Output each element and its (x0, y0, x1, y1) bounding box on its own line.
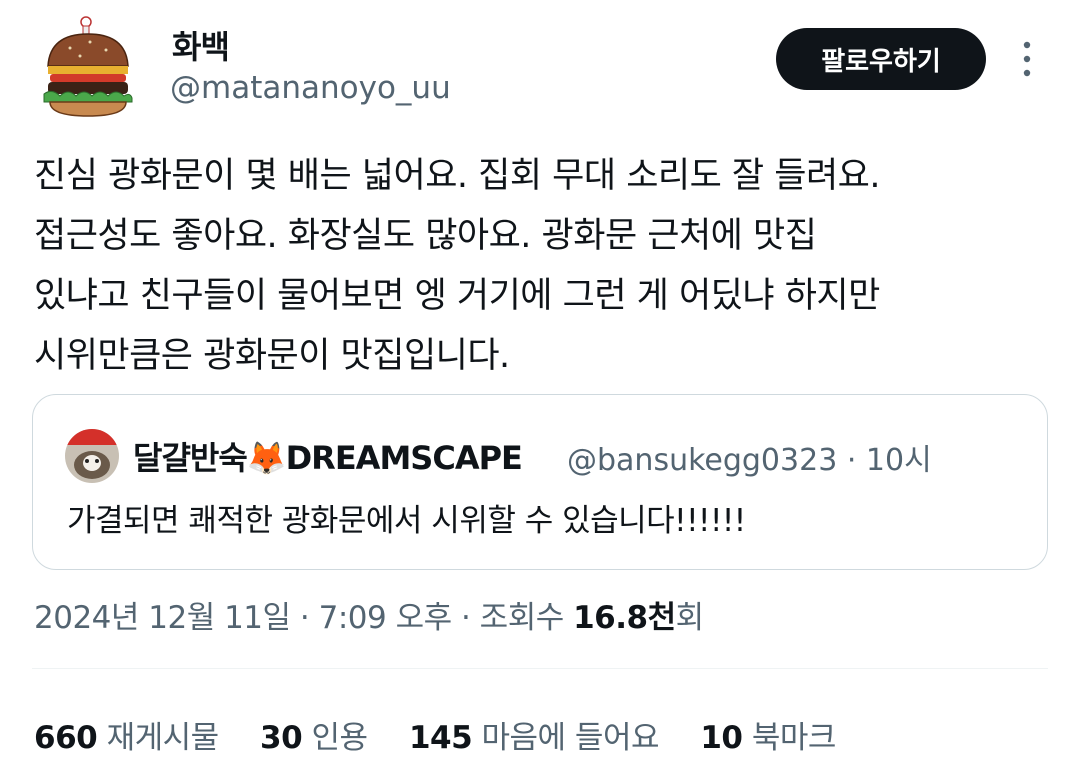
quoted-author-handle: @bansukegg0323 (567, 443, 838, 478)
stat-bookmarks[interactable]: 10 북마크 (700, 712, 836, 757)
quoted-author-name-text: 달걀반숙 (133, 439, 248, 477)
burger-icon (43, 16, 133, 117)
stat-count: 660 (34, 720, 98, 756)
engagement-stats: 660 재게시물 30 인용 145 마음에 들어요 10 북마크 (34, 712, 868, 757)
author-handle[interactable]: @matananoyo_uu (170, 70, 451, 106)
quoted-author-name-suffix: DREAMSCAPE (285, 439, 523, 477)
more-vertical-icon[interactable] (1016, 40, 1038, 78)
follow-button[interactable]: 팔로우하기 (776, 28, 986, 90)
view-count-suffix: 회 (675, 600, 705, 636)
quoted-tweet-text: 가결되면 쾌적한 광화문에서 시위할 수 있습니다!!!!!! (67, 503, 746, 539)
quoted-time: · 10시 (846, 443, 932, 478)
stat-quotes[interactable]: 30 인용 (260, 712, 368, 757)
stat-label: 북마크 (751, 720, 837, 756)
stat-label: 마음에 들어요 (481, 720, 660, 756)
author-avatar[interactable] (40, 14, 136, 120)
tweet-line: 시위만큼은 광화문이 맛집입니다. (34, 336, 510, 376)
author-name[interactable]: 화백 (172, 22, 230, 68)
stat-count: 30 (260, 720, 303, 756)
tweet-line: 있냐고 친구들이 물어보면 엥 거기에 그런 게 어딨냐 하지만 (34, 276, 880, 316)
stat-likes[interactable]: 145 마음에 들어요 (408, 712, 660, 757)
quoted-tweet-card[interactable]: 달걀반숙🦊DREAMSCAPE @bansukegg0323 · 10시 가결되… (32, 394, 1048, 570)
stat-label: 인용 (311, 720, 369, 756)
view-count: 16.8천 (573, 600, 676, 636)
divider (32, 668, 1048, 669)
quoted-author-name[interactable]: 달걀반숙🦊DREAMSCAPE (133, 433, 523, 479)
fox-emoji-icon: 🦊 (246, 439, 287, 477)
stat-count: 10 (700, 720, 743, 756)
quoted-author-avatar (65, 429, 119, 483)
stat-reposts[interactable]: 660 재게시물 (34, 712, 219, 757)
tweet-text: 진심 광화문이 몇 배는 넓어요. 집회 무대 소리도 잘 들려요. 접근성도 … (34, 146, 1054, 386)
stat-label: 재게시물 (106, 720, 220, 756)
tweet-timestamp: 2024년 12월 11일 · 7:09 오후 · 조회수 16.8천회 (34, 592, 704, 637)
stat-count: 145 (408, 720, 473, 756)
timestamp-date[interactable]: 2024년 12월 11일 · 7:09 오후 · 조회수 (34, 600, 573, 636)
tweet-line: 진심 광화문이 몇 배는 넓어요. 집회 무대 소리도 잘 들려요. (34, 156, 880, 196)
quoted-meta: @bansukegg0323 · 10시 (567, 435, 932, 479)
tweet-line: 접근성도 좋아요. 화장실도 많아요. 광화문 근처에 맛집 (34, 216, 817, 256)
